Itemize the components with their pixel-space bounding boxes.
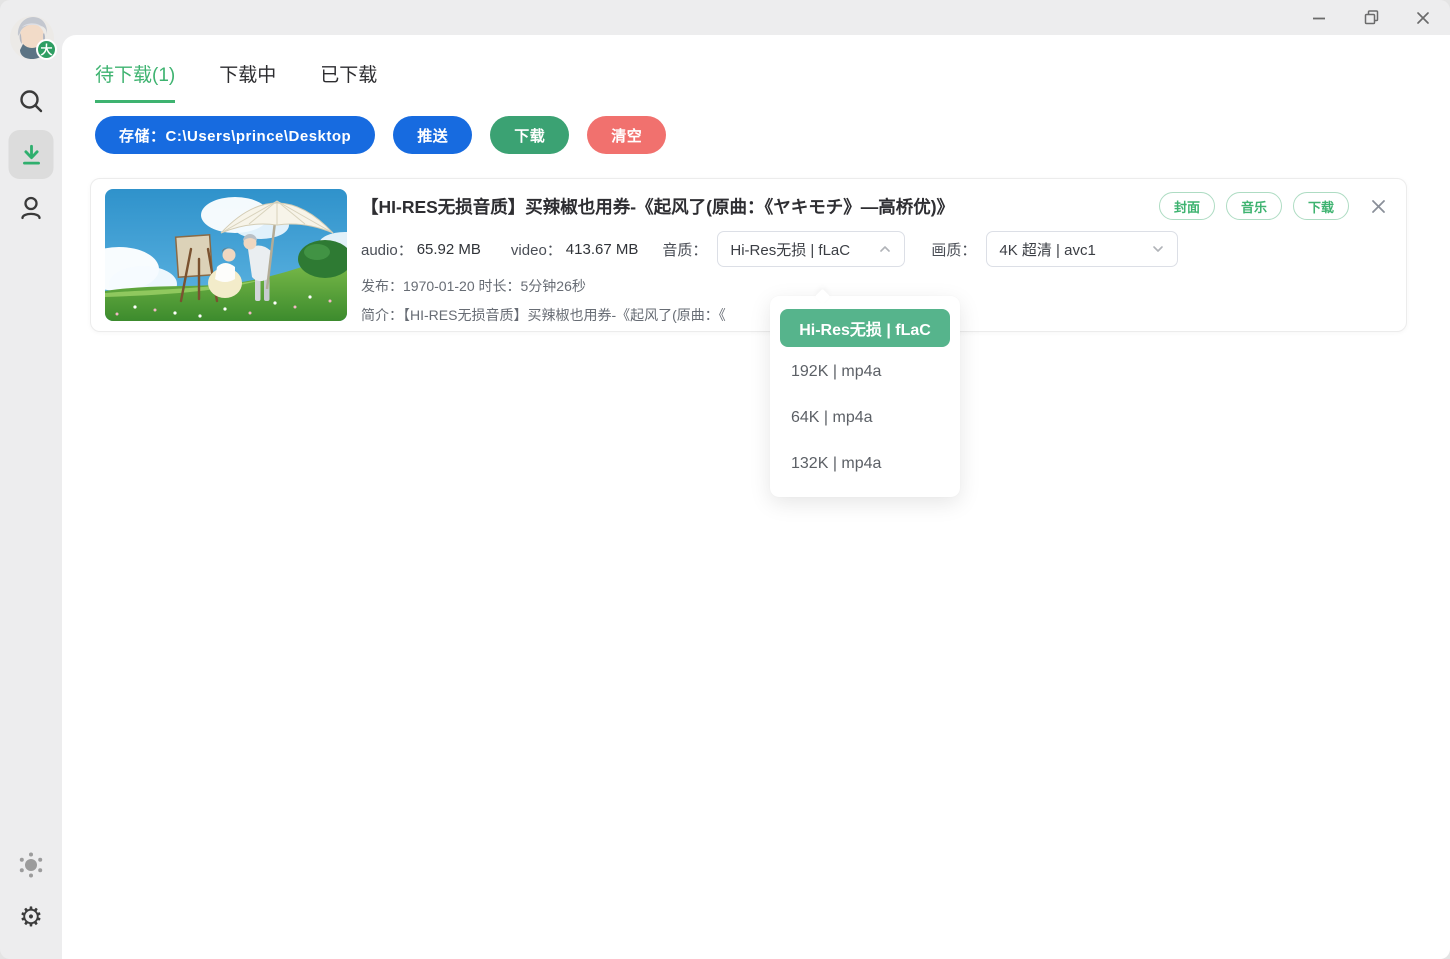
dropdown-option[interactable]: 132K | mp4a: [770, 441, 960, 487]
settings-icon[interactable]: ⚙: [19, 904, 43, 931]
user-icon[interactable]: [17, 194, 45, 222]
window-controls: [1308, 0, 1450, 35]
remove-item-icon[interactable]: [1369, 197, 1388, 216]
download-badge[interactable]: 下载: [1292, 192, 1349, 220]
audio-size-label: audio：: [361, 241, 413, 259]
app-window: 大 ⚙ 待下载(1) 下载中 已下载 存储：C:\Users\prince\De…: [0, 0, 1450, 959]
video-thumbnail: [105, 189, 347, 321]
music-badge[interactable]: 音乐: [1225, 192, 1282, 220]
storage-path-button[interactable]: 存储：C:\Users\prince\Desktop: [95, 116, 376, 154]
duration-value: 5分钟26秒: [520, 278, 586, 294]
chevron-up-icon: [880, 246, 891, 252]
avatar-badge: 大: [36, 39, 57, 60]
search-icon[interactable]: [17, 87, 45, 115]
theme-icon[interactable]: [16, 850, 46, 880]
push-button[interactable]: 推送: [393, 116, 473, 154]
publish-value: 1970-01-20: [403, 278, 475, 294]
restore-icon[interactable]: [1360, 7, 1382, 29]
video-size-value: 413.67 MB: [565, 240, 639, 258]
video-title: 【HI-RES无损音质】买辣椒也用券-《起风了(原曲：《ヤキモチ》—高桥优)》: [361, 196, 955, 217]
cover-badge[interactable]: 封面: [1158, 192, 1215, 220]
video-quality-value: 4K 超清 | avc1: [999, 241, 1096, 259]
minimize-icon[interactable]: [1308, 7, 1330, 29]
avatar[interactable]: 大: [9, 14, 57, 62]
publish-label: 发布：: [361, 278, 403, 294]
tab-bar: 待下载(1) 下载中 已下载: [62, 35, 1450, 103]
dropdown-option[interactable]: 64K | mp4a: [770, 395, 960, 441]
video-size-label: video：: [510, 241, 562, 259]
main-panel: 待下载(1) 下载中 已下载 存储：C:\Users\prince\Deskto…: [62, 35, 1450, 959]
description-text: 【HI-RES无损音质】买辣椒也用券-《起风了(原曲：《: [403, 307, 726, 323]
meta-row: audio： 65.92 MB video： 413.67 MB 音质： Hi-…: [361, 231, 1392, 267]
dropdown-option[interactable]: 192K | mp4a: [770, 349, 960, 395]
tab-downloading[interactable]: 下载中: [219, 60, 276, 103]
audio-quality-value: Hi-Res无损 | fLaC: [730, 241, 851, 259]
tab-pending[interactable]: 待下载(1): [95, 60, 176, 103]
download-item-card: 【HI-RES无损音质】买辣椒也用券-《起风了(原曲：《ヤキモチ》—高桥优)》 …: [90, 178, 1407, 332]
toolbar: 存储：C:\Users\prince\Desktop 推送 下载 清空: [62, 103, 1450, 154]
audio-quality-label: 音质：: [662, 241, 708, 259]
chevron-down-icon: [1153, 246, 1164, 252]
video-quality-label: 画质：: [931, 241, 977, 259]
audio-quality-select[interactable]: Hi-Res无损 | fLaC: [717, 231, 906, 267]
tab-downloaded[interactable]: 已下载: [320, 60, 377, 103]
download-button[interactable]: 下载: [490, 116, 570, 154]
audio-size-value: 65.92 MB: [416, 240, 481, 258]
clear-button[interactable]: 清空: [587, 116, 667, 154]
publish-line: 发布：1970-01-20 时长：5分钟26秒: [361, 276, 1392, 296]
description-label: 简介：: [361, 307, 403, 323]
sidebar: 大 ⚙: [0, 0, 62, 959]
badge-group: 封面 音乐 下载: [1158, 192, 1349, 220]
download-nav-icon[interactable]: [8, 130, 54, 179]
video-quality-select[interactable]: 4K 超清 | avc1: [986, 231, 1179, 267]
duration-label: 时长：: [478, 278, 521, 294]
dropdown-option-selected[interactable]: Hi-Res无损 | fLaC: [780, 309, 950, 347]
audio-quality-dropdown: Hi-Res无损 | fLaC 192K | mp4a 64K | mp4a 1…: [770, 288, 960, 497]
close-window-icon[interactable]: [1412, 7, 1434, 29]
